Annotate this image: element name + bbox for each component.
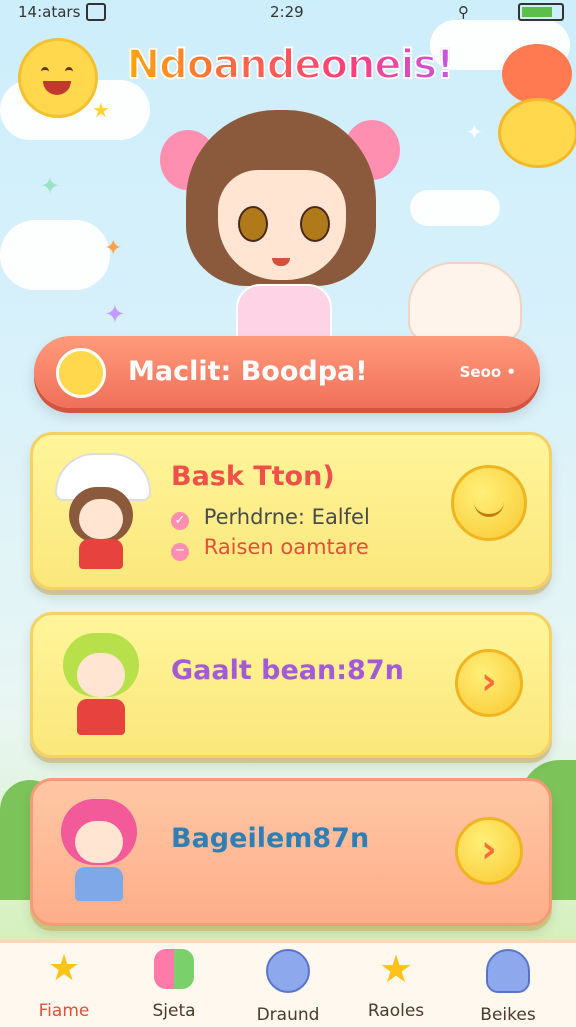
card-title: Bask Tton)	[171, 461, 335, 492]
nav-label: Raoles	[367, 1001, 425, 1021]
smiley-face-icon	[451, 465, 527, 541]
sparkle-icon: ✦	[104, 236, 123, 261]
character-avatar	[51, 795, 147, 909]
objective-row: − Raisen oamtare	[171, 535, 369, 561]
status-time: 2:29	[270, 3, 304, 21]
cloud	[410, 190, 500, 226]
nav-item-home[interactable]: ★ Fiame	[14, 948, 114, 1022]
nav-item-ground[interactable]: Draund	[238, 949, 338, 1025]
tomato-character-icon	[496, 40, 576, 170]
quest-card-2[interactable]: Gaalt bean:87n ›	[30, 612, 552, 758]
cat-companion	[408, 262, 522, 342]
card-title: Bageilem87n	[171, 823, 370, 854]
game-title: Ndoandeoneis!	[100, 41, 480, 89]
cloud	[0, 220, 110, 290]
banner-score: Seoo •	[459, 363, 516, 381]
sparkle-icon: ✦	[104, 300, 126, 330]
quest-card-1[interactable]: Bask Tton) ✓ Perhdrne: Ealfel − Raisen o…	[30, 432, 552, 590]
blob-face-icon	[266, 949, 310, 993]
app-icon	[86, 3, 106, 21]
nav-label: Draund	[256, 1005, 320, 1025]
main-character	[160, 100, 400, 340]
objective-text: Perhdrne: Ealfel	[203, 505, 370, 529]
blob-creature-icon	[486, 949, 530, 993]
card-title: Gaalt bean:87n	[171, 655, 404, 686]
status-bar: 14:atars 2:29 ⚲	[0, 0, 576, 26]
sun-icon	[56, 348, 106, 398]
sparkle-icon: ✦	[40, 172, 61, 200]
star-icon: ★	[92, 98, 110, 122]
signal-icon: ⚲	[458, 3, 469, 21]
objective-text: Raisen oamtare	[203, 535, 369, 559]
banner-label: Maclit: Boodpa!	[128, 356, 368, 387]
go-button[interactable]: ›	[455, 649, 523, 717]
sun-face-icon	[18, 38, 98, 118]
quest-card-3[interactable]: Bageilem87n ›	[30, 778, 552, 926]
nav-label: Fiame	[38, 1001, 90, 1021]
nav-label: Beikes	[480, 1005, 536, 1025]
check-icon: ✓	[171, 512, 189, 530]
character-avatar	[55, 453, 151, 571]
go-button[interactable]: ›	[455, 817, 523, 885]
nav-item-roles[interactable]: ★ Raoles	[346, 949, 446, 1021]
nav-item-stats[interactable]: Sjeta	[124, 949, 224, 1021]
battery-icon	[518, 3, 564, 21]
gift-box-icon	[154, 949, 194, 989]
bottom-nav: ★ Fiame Sjeta Draund ★ Raoles Beikes	[0, 940, 576, 1027]
sparkle-icon: ✦	[466, 120, 483, 144]
character-avatar	[55, 629, 147, 741]
nav-item-bikes[interactable]: Beikes	[458, 949, 558, 1025]
mission-banner[interactable]: Maclit: Boodpa! Seoo •	[34, 336, 540, 408]
status-carrier: 14:atars	[18, 3, 81, 21]
star-face-icon: ★	[378, 947, 414, 991]
star-icon: ★	[47, 948, 81, 989]
nav-label: Sjeta	[152, 1001, 196, 1021]
objective-row: ✓ Perhdrne: Ealfel	[171, 505, 370, 530]
minus-icon: −	[171, 543, 189, 561]
